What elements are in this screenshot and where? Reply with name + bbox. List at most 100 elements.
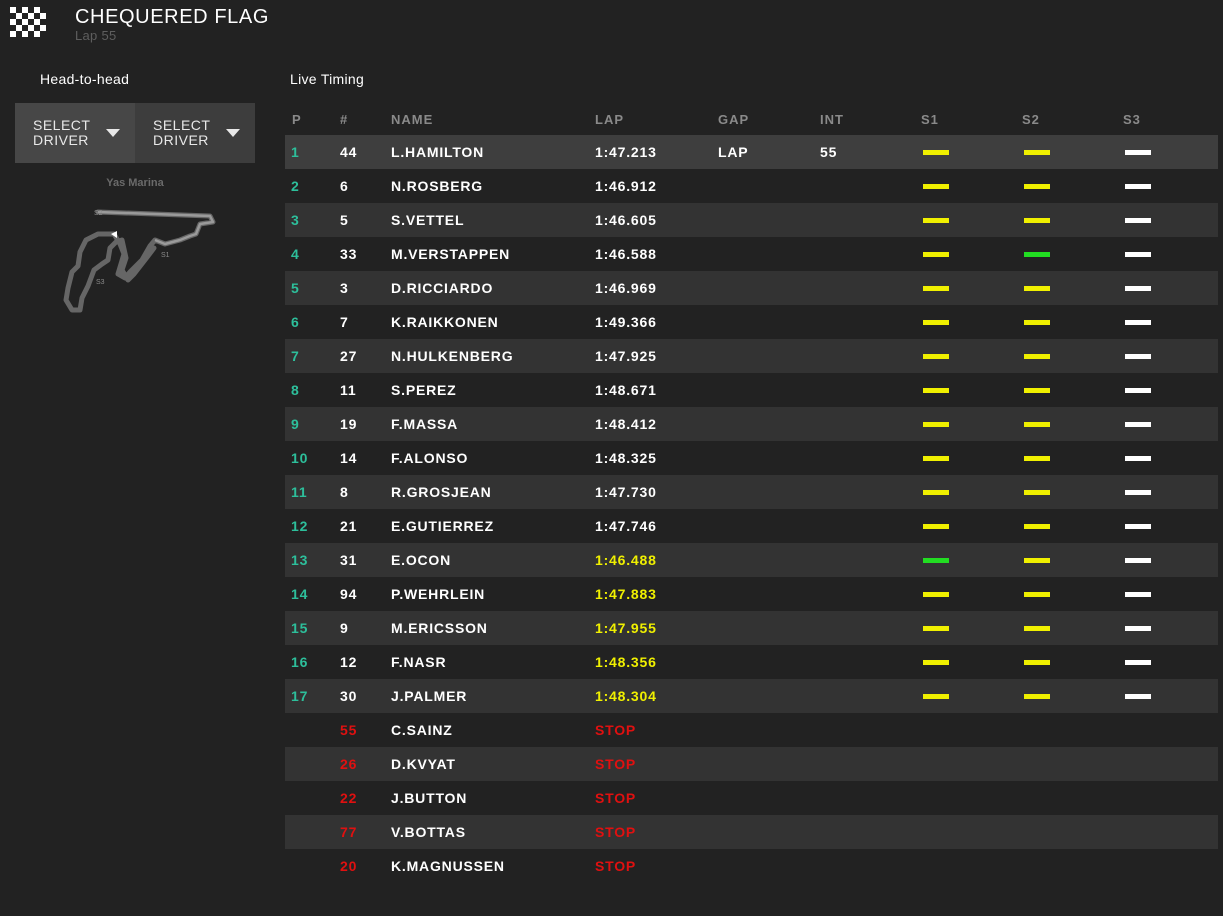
table-row[interactable]: 12 21 E.GUTIERREZ 1:47.746 xyxy=(285,509,1218,543)
table-row[interactable]: 4 33 M.VERSTAPPEN 1:46.588 xyxy=(285,237,1218,271)
position-cell: 16 xyxy=(291,654,309,670)
sector-s1-indicator xyxy=(923,524,949,529)
driver-name-cell: D.RICCIARDO xyxy=(391,280,494,296)
lap-time-cell: 1:46.588 xyxy=(595,246,657,262)
sector-label-s1: S1 xyxy=(161,252,170,259)
car-number-cell: 9 xyxy=(340,620,349,636)
lap-time-cell: 1:48.325 xyxy=(595,450,657,466)
driver-name-cell: K.MAGNUSSEN xyxy=(391,858,505,874)
driver-name-cell: E.GUTIERREZ xyxy=(391,518,494,534)
sector-s2-indicator xyxy=(1024,388,1050,393)
sector-s2-indicator xyxy=(1024,354,1050,359)
car-number-cell: 26 xyxy=(340,756,358,772)
car-number-cell: 11 xyxy=(340,382,357,398)
column-header-s1: S1 xyxy=(921,112,939,127)
position-cell: 2 xyxy=(291,178,300,194)
sector-s3-indicator xyxy=(1125,286,1151,291)
table-row[interactable]: 10 14 F.ALONSO 1:48.325 xyxy=(285,441,1218,475)
position-cell: 5 xyxy=(291,280,300,296)
table-row[interactable]: 11 8 R.GROSJEAN 1:47.730 xyxy=(285,475,1218,509)
driver-name-cell: J.BUTTON xyxy=(391,790,468,806)
table-row[interactable]: 5 3 D.RICCIARDO 1:46.969 xyxy=(285,271,1218,305)
driver-name-cell: S.PEREZ xyxy=(391,382,457,398)
car-number-cell: 31 xyxy=(340,552,358,568)
table-row[interactable]: 9 19 F.MASSA 1:48.412 xyxy=(285,407,1218,441)
column-header-name: NAME xyxy=(391,112,434,127)
car-number-cell: 3 xyxy=(340,280,349,296)
sector-s3-indicator xyxy=(1125,490,1151,495)
car-number-cell: 5 xyxy=(340,212,349,228)
lap-time-cell: 1:47.213 xyxy=(595,144,657,160)
sector-s2-indicator xyxy=(1024,422,1050,427)
sector-s3-indicator xyxy=(1125,456,1151,461)
car-number-cell: 8 xyxy=(340,484,349,500)
position-cell: 7 xyxy=(291,348,300,364)
lap-time-cell: STOP xyxy=(595,858,637,874)
driver-name-cell: R.GROSJEAN xyxy=(391,484,492,500)
table-row[interactable]: 16 12 F.NASR 1:48.356 xyxy=(285,645,1218,679)
lap-time-cell: 1:46.488 xyxy=(595,552,657,568)
position-cell: 17 xyxy=(291,688,309,704)
lap-time-cell: 1:47.955 xyxy=(595,620,657,636)
car-number-cell: 33 xyxy=(340,246,358,262)
table-row[interactable]: 6 7 K.RAIKKONEN 1:49.366 xyxy=(285,305,1218,339)
sector-s2-indicator xyxy=(1024,184,1050,189)
driver-name-cell: F.NASR xyxy=(391,654,447,670)
sector-label-s3: S3 xyxy=(96,279,105,286)
sector-s1-indicator xyxy=(923,592,949,597)
table-row[interactable]: 14 94 P.WEHRLEIN 1:47.883 xyxy=(285,577,1218,611)
table-row[interactable]: 2 6 N.ROSBERG 1:46.912 xyxy=(285,169,1218,203)
table-row[interactable]: 77 V.BOTTAS STOP xyxy=(285,815,1218,849)
table-row[interactable]: 8 11 S.PEREZ 1:48.671 xyxy=(285,373,1218,407)
sector-s2-indicator xyxy=(1024,626,1050,631)
sector-s3-indicator xyxy=(1125,354,1151,359)
table-row[interactable]: 26 D.KVYAT STOP xyxy=(285,747,1218,781)
select-driver-2-dropdown[interactable]: SELECT DRIVER xyxy=(135,103,255,163)
sector-s3-indicator xyxy=(1125,660,1151,665)
sector-s2-indicator xyxy=(1024,592,1050,597)
select-driver-2-label: SELECT DRIVER xyxy=(153,117,211,148)
position-cell: 11 xyxy=(291,484,308,500)
table-row[interactable]: 1 44 L.HAMILTON 1:47.213 LAP 55 xyxy=(285,135,1218,169)
driver-name-cell: F.MASSA xyxy=(391,416,459,432)
lap-time-cell: 1:46.605 xyxy=(595,212,657,228)
driver-name-cell: J.PALMER xyxy=(391,688,468,704)
car-number-cell: 14 xyxy=(340,450,358,466)
sector-s2-indicator xyxy=(1024,320,1050,325)
chevron-down-icon xyxy=(106,129,120,137)
position-cell: 14 xyxy=(291,586,309,602)
column-header-s2: S2 xyxy=(1022,112,1040,127)
head-to-head-title: Head-to-head xyxy=(40,71,130,87)
column-header-s3: S3 xyxy=(1123,112,1141,127)
sector-s3-indicator xyxy=(1125,422,1151,427)
sector-s2-indicator xyxy=(1024,558,1050,563)
table-row[interactable]: 22 J.BUTTON STOP xyxy=(285,781,1218,815)
table-row[interactable]: 7 27 N.HULKENBERG 1:47.925 xyxy=(285,339,1218,373)
driver-selectors: SELECT DRIVER SELECT DRIVER xyxy=(15,103,255,163)
table-row[interactable]: 15 9 M.ERICSSON 1:47.955 xyxy=(285,611,1218,645)
sector-s1-indicator xyxy=(923,388,949,393)
chequered-flag-icon xyxy=(10,7,46,37)
lap-time-cell: 1:48.412 xyxy=(595,416,657,432)
sector-s3-indicator xyxy=(1125,218,1151,223)
position-cell: 10 xyxy=(291,450,309,466)
header: CHEQUERED FLAG Lap 55 xyxy=(0,0,1223,50)
sector-s1-indicator xyxy=(923,422,949,427)
car-number-cell: 22 xyxy=(340,790,358,806)
car-number-cell: 21 xyxy=(340,518,358,534)
select-driver-1-dropdown[interactable]: SELECT DRIVER xyxy=(15,103,135,163)
table-row[interactable]: 55 C.SAINZ STOP xyxy=(285,713,1218,747)
table-row[interactable]: 20 K.MAGNUSSEN STOP xyxy=(285,849,1218,883)
driver-name-cell: M.VERSTAPPEN xyxy=(391,246,511,262)
sector-s1-indicator xyxy=(923,354,949,359)
driver-name-cell: L.HAMILTON xyxy=(391,144,485,160)
lap-time-cell: 1:47.746 xyxy=(595,518,657,534)
sector-s3-indicator xyxy=(1125,694,1151,699)
sector-s3-indicator xyxy=(1125,592,1151,597)
lap-time-cell: 1:47.730 xyxy=(595,484,657,500)
table-row[interactable]: 17 30 J.PALMER 1:48.304 xyxy=(285,679,1218,713)
table-row[interactable]: 3 5 S.VETTEL 1:46.605 xyxy=(285,203,1218,237)
driver-name-cell: P.WEHRLEIN xyxy=(391,586,486,602)
position-cell: 9 xyxy=(291,416,300,432)
table-row[interactable]: 13 31 E.OCON 1:46.488 xyxy=(285,543,1218,577)
